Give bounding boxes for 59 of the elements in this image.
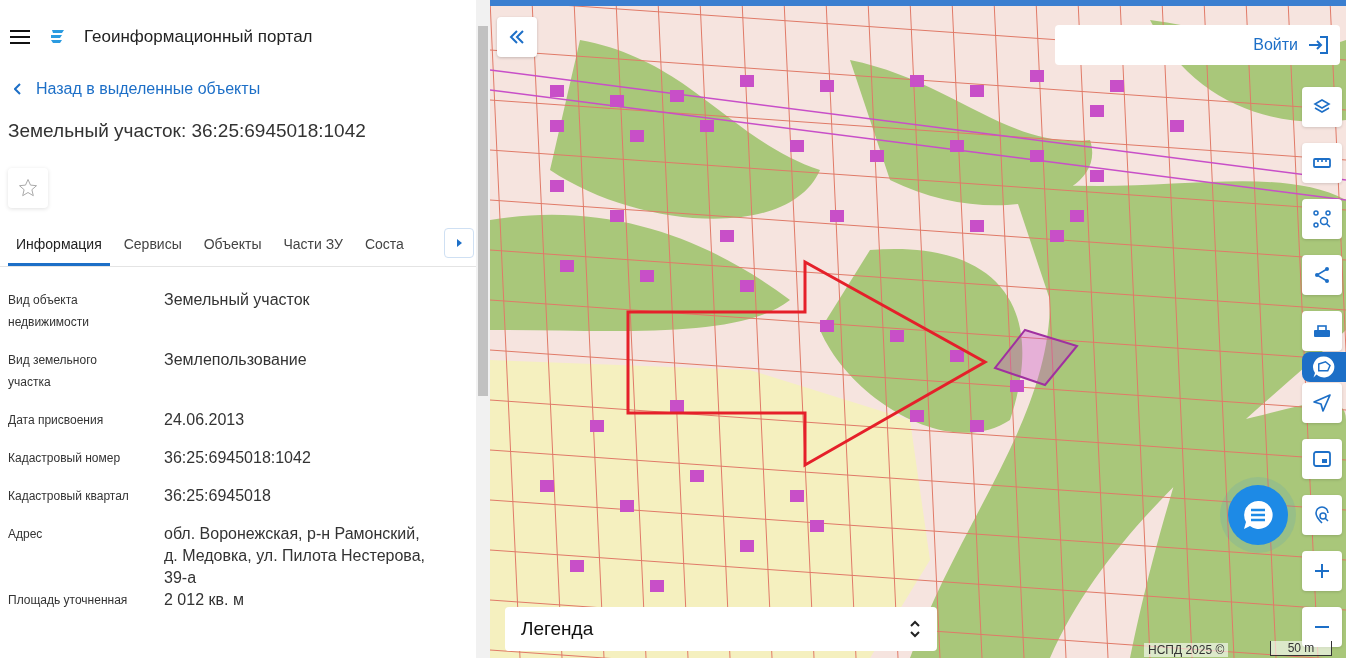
property-value: Земельный участок bbox=[164, 290, 311, 310]
property-value: 36:25:6945018 bbox=[164, 486, 272, 506]
object-title: Земельный участок: 36:25:6945018:1042 bbox=[8, 120, 367, 142]
property-label: Вид земельного участка bbox=[8, 352, 98, 391]
chat-icon bbox=[1241, 498, 1275, 532]
scale-bar: 50 m bbox=[1270, 641, 1332, 656]
property-label: Кадастровый квартал bbox=[8, 488, 130, 505]
location-search-icon bbox=[1312, 505, 1332, 525]
property-label: Кадастровый номер bbox=[8, 450, 122, 467]
map-tool-button[interactable] bbox=[1302, 311, 1342, 351]
star-icon bbox=[18, 178, 38, 198]
map-tool-button[interactable] bbox=[1302, 439, 1342, 479]
share-icon bbox=[1312, 265, 1332, 285]
picture-in-picture-icon bbox=[1312, 449, 1332, 469]
legend-dropdown[interactable]: Легенда bbox=[505, 607, 937, 651]
property-label: Вид объекта недвижимости bbox=[8, 292, 90, 331]
property-value: 36:25:6945018:1042 bbox=[164, 448, 312, 468]
property-value: Землепользование bbox=[164, 350, 308, 370]
minus-icon bbox=[1315, 626, 1329, 628]
login-button[interactable]: Войти bbox=[1055, 25, 1340, 65]
map-tool-button[interactable] bbox=[1302, 143, 1342, 183]
chevron-left-icon bbox=[14, 83, 22, 95]
property-label: Площадь уточненная bbox=[8, 592, 129, 609]
triangle-right-icon bbox=[456, 239, 462, 247]
app-badge[interactable] bbox=[1302, 352, 1346, 382]
collapse-panel-button[interactable] bbox=[497, 17, 537, 57]
map-tool-button[interactable] bbox=[1302, 87, 1342, 127]
tab[interactable]: Части ЗУ bbox=[275, 222, 351, 266]
printer-icon bbox=[1314, 325, 1330, 337]
map-tool-button[interactable] bbox=[1302, 199, 1342, 239]
menu-icon[interactable] bbox=[10, 29, 30, 45]
login-icon bbox=[1308, 35, 1330, 55]
property-value: 2 012 кв. м bbox=[164, 590, 245, 610]
tab[interactable]: Сервисы bbox=[115, 222, 190, 266]
map-tool-button[interactable] bbox=[1302, 255, 1342, 295]
logo-icon bbox=[48, 28, 66, 46]
scrollbar-thumb[interactable] bbox=[478, 26, 488, 396]
property-value: 24.06.2013 bbox=[164, 410, 246, 430]
map-tool-button[interactable] bbox=[1302, 383, 1342, 423]
attribution-text: НСПД 2025 © bbox=[1144, 643, 1229, 657]
scroll-tabs-button[interactable] bbox=[444, 228, 474, 258]
map-tool-button[interactable] bbox=[1302, 551, 1342, 591]
expand-icon bbox=[909, 619, 921, 639]
tab[interactable]: Соста bbox=[356, 222, 412, 266]
tab[interactable]: Объекты bbox=[195, 222, 270, 266]
speech-bubble-icon bbox=[1312, 355, 1336, 379]
map-tool-button[interactable] bbox=[1302, 607, 1342, 647]
highlighted-parcel[interactable] bbox=[993, 328, 1079, 387]
map-tool-button[interactable] bbox=[1302, 495, 1342, 535]
navigation-arrow-icon bbox=[1312, 393, 1332, 413]
portal-title: Геоинформационный портал bbox=[84, 27, 313, 47]
property-label: Дата присвоения bbox=[8, 412, 105, 429]
plus-icon bbox=[1312, 561, 1332, 581]
property-label: Адрес bbox=[8, 526, 44, 543]
double-chevron-left-icon bbox=[509, 30, 525, 44]
property-value: обл. Воронежская, р-н Рамонский, д. Медовка, ул. Пилота Нестерова, 39-а bbox=[164, 524, 426, 588]
tab[interactable]: Информация bbox=[8, 222, 110, 266]
selection-search-icon bbox=[1312, 209, 1332, 229]
back-link[interactable]: Назад в выделенные объекты bbox=[14, 80, 476, 98]
